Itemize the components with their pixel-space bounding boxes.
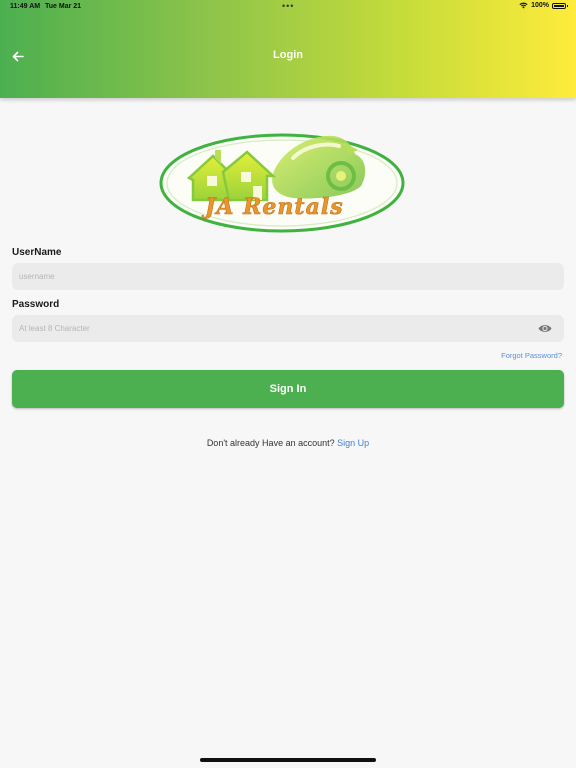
status-bar: 11:49 AM Tue Mar 21 ••• 100%	[0, 0, 576, 14]
eye-icon[interactable]	[538, 323, 552, 334]
logo-text: JA Rentals	[201, 194, 344, 220]
password-input[interactable]	[12, 315, 564, 342]
app-header: 11:49 AM Tue Mar 21 ••• 100% Login	[0, 0, 576, 98]
password-label: Password	[12, 299, 60, 310]
wifi-icon	[519, 2, 528, 9]
ja-rentals-logo: JA Rentals	[159, 133, 405, 233]
signup-prompt-text: Don't already Have an account?	[206, 438, 335, 448]
login-screen: 11:49 AM Tue Mar 21 ••• 100% Login JA Re…	[0, 0, 576, 768]
username-field-container	[12, 263, 564, 290]
sign-in-button[interactable]: Sign In	[12, 370, 564, 408]
multitasking-dots-icon[interactable]: •••	[282, 1, 294, 11]
status-time: 11:49 AM	[10, 3, 41, 10]
password-field-container	[12, 315, 564, 342]
home-indicator[interactable]	[200, 758, 376, 762]
page-title: Login	[273, 49, 303, 61]
battery-icon	[552, 2, 568, 9]
sign-up-link[interactable]: Sign Up	[337, 438, 369, 448]
battery-percentage: 100%	[531, 2, 549, 9]
username-label: UserName	[12, 247, 62, 258]
status-indicators: 100%	[519, 2, 568, 9]
forgot-password-link[interactable]: Forgot Password?	[501, 351, 562, 360]
username-input[interactable]	[12, 263, 564, 290]
signup-prompt-row: Don't already Have an account? Sign Up	[0, 438, 576, 448]
status-date: Tue Mar 21	[45, 3, 82, 10]
